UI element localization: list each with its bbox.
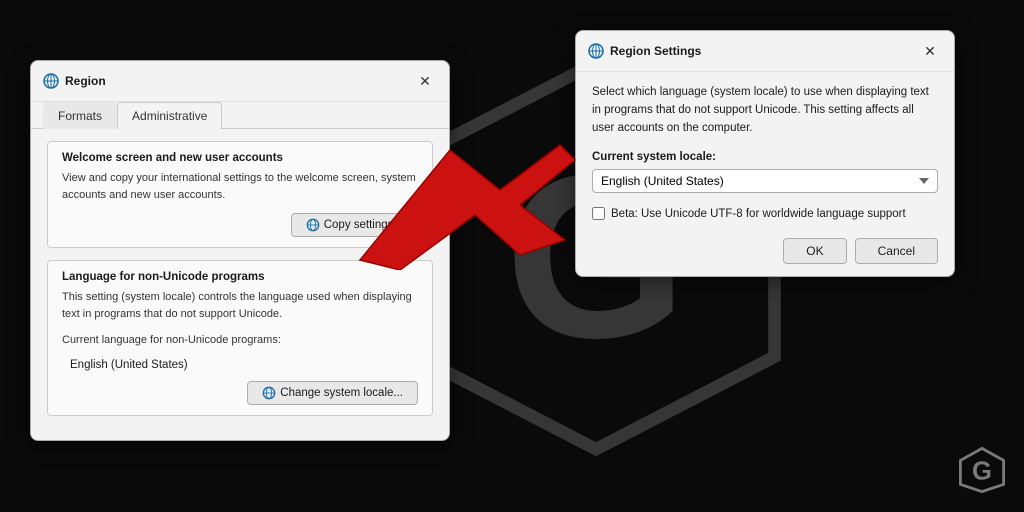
globe-icon (43, 73, 59, 89)
region-settings-title-area: Region Settings (588, 43, 701, 59)
change-locale-icon (262, 386, 276, 400)
cancel-button[interactable]: Cancel (855, 238, 938, 264)
region-settings-titlebar: Region Settings ✕ (576, 31, 954, 72)
region-tabs: Formats Administrative (31, 102, 449, 129)
svg-text:G: G (972, 458, 992, 486)
region-titlebar: Region ✕ (31, 61, 449, 102)
region-body: Welcome screen and new user accounts Vie… (31, 129, 449, 440)
region-settings-description: Select which language (system locale) to… (592, 84, 938, 137)
region-settings-body: Select which language (system locale) to… (576, 72, 954, 276)
locale-select[interactable]: English (United States)Chinese (Simplifi… (592, 169, 938, 193)
language-section-title: Language for non-Unicode programs (62, 271, 418, 283)
region-settings-dialog-title: Region Settings (610, 44, 701, 58)
current-language-value: English (United States) (62, 359, 418, 371)
welcome-section-title: Welcome screen and new user accounts (62, 152, 418, 164)
beta-checkbox-row: Beta: Use Unicode UTF-8 for worldwide la… (592, 207, 938, 220)
region-close-button[interactable]: ✕ (413, 69, 437, 93)
current-language-label: Current language for non-Unicode program… (62, 332, 418, 349)
current-locale-label: Current system locale: (592, 151, 938, 163)
welcome-section-desc: View and copy your international setting… (62, 170, 418, 203)
welcome-section: Welcome screen and new user accounts Vie… (47, 141, 433, 248)
beta-checkbox-label: Beta: Use Unicode UTF-8 for worldwide la… (611, 208, 906, 220)
change-locale-button[interactable]: Change system locale... (247, 381, 418, 405)
bottom-right-logo: G (958, 446, 1006, 494)
region-dialog-title: Region (65, 74, 106, 88)
region-settings-close-button[interactable]: ✕ (918, 39, 942, 63)
ok-button[interactable]: OK (783, 238, 846, 264)
region-settings-button-row: OK Cancel (592, 238, 938, 264)
region-dialog: Region ✕ Formats Administrative Welcome … (30, 60, 450, 441)
language-section-desc: This setting (system locale) controls th… (62, 289, 418, 322)
copy-settings-icon (306, 218, 320, 232)
region-settings-dialog: Region Settings ✕ Select which language … (575, 30, 955, 277)
region-settings-globe-icon (588, 43, 604, 59)
language-section: Language for non-Unicode programs This s… (47, 260, 433, 416)
tab-formats[interactable]: Formats (43, 102, 117, 129)
tab-administrative[interactable]: Administrative (117, 102, 222, 129)
beta-checkbox[interactable] (592, 207, 605, 220)
region-title-area: Region (43, 73, 106, 89)
copy-settings-button[interactable]: Copy settings... (291, 213, 418, 237)
